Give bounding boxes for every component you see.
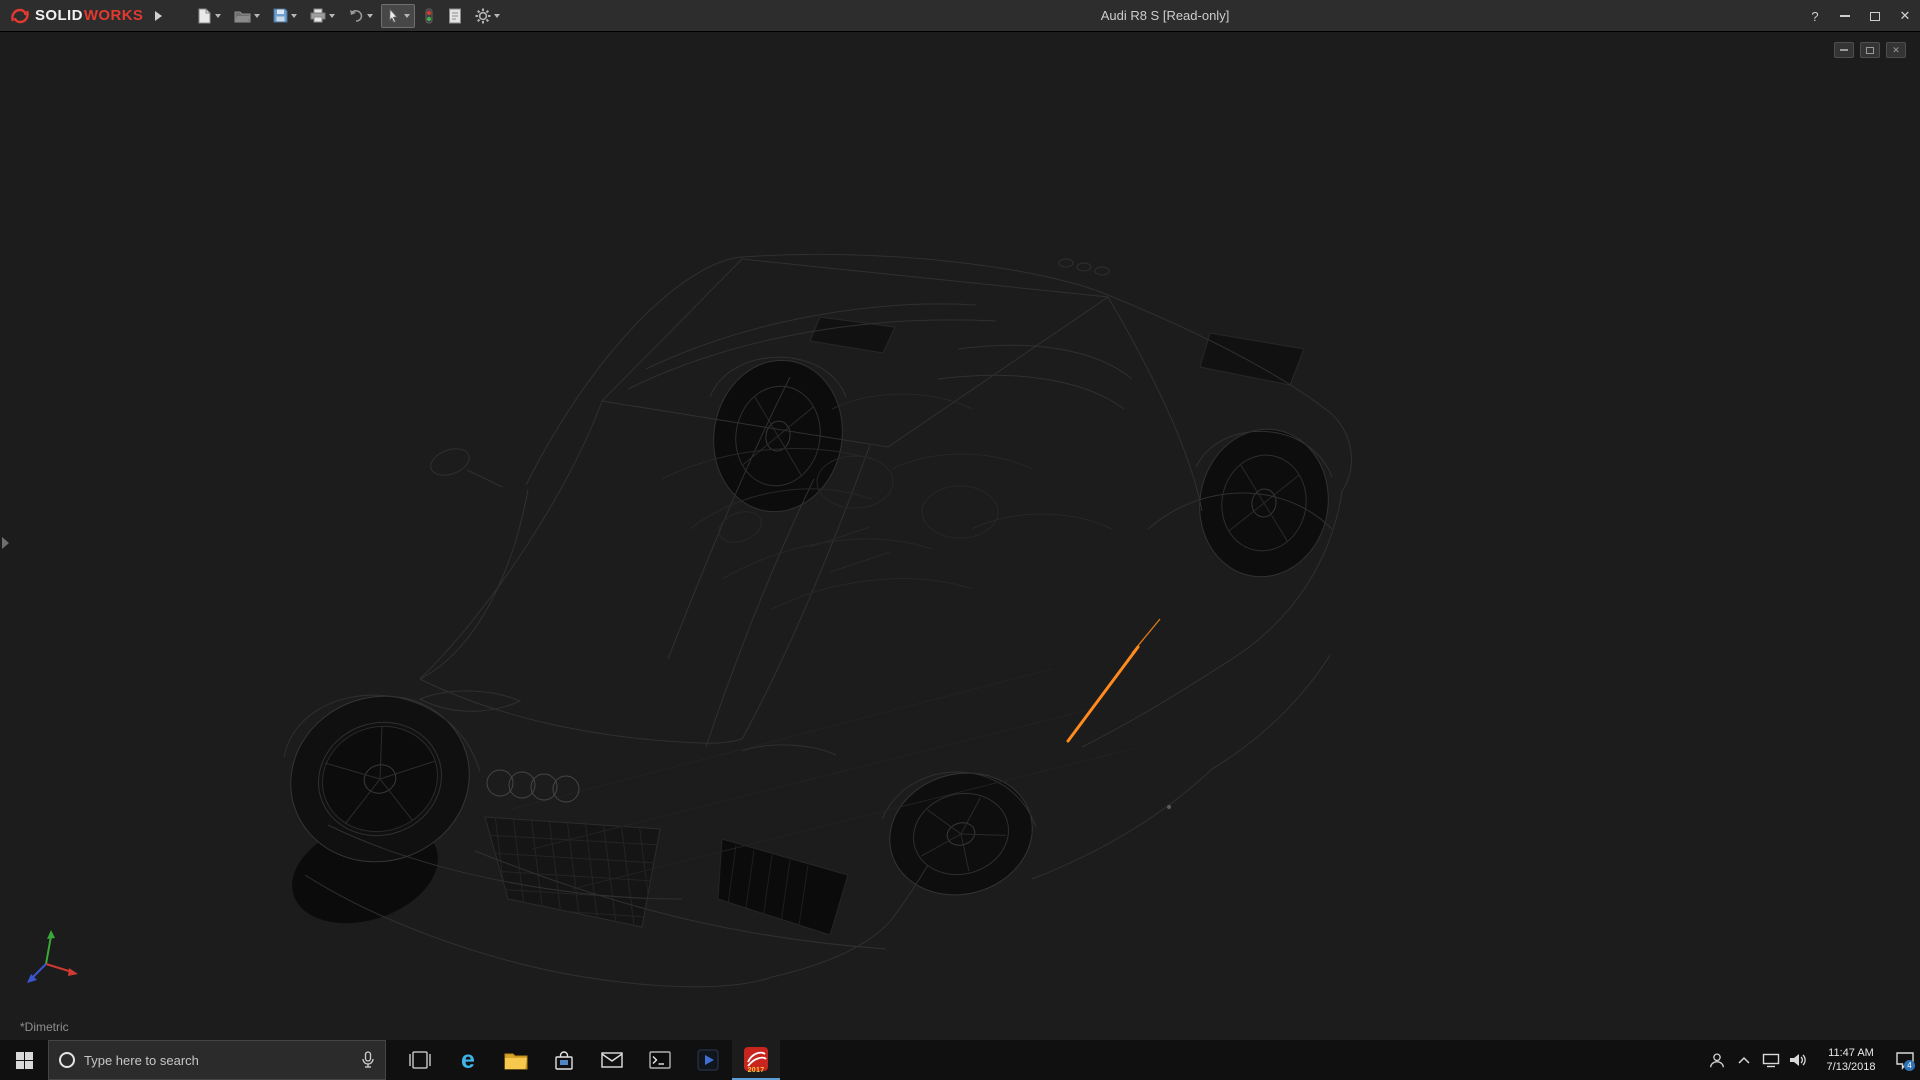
solidworks-app-button[interactable]: 2017 — [732, 1040, 780, 1080]
minimize-icon — [1840, 15, 1850, 17]
show-hidden-icons-button[interactable] — [1730, 1040, 1757, 1080]
windows-taskbar: e — [0, 1040, 1920, 1080]
command-prompt-icon — [649, 1051, 671, 1069]
minimize-button[interactable] — [1830, 0, 1860, 32]
maximize-icon — [1870, 11, 1880, 21]
command-prompt-button[interactable] — [636, 1040, 684, 1080]
volume-button[interactable] — [1784, 1040, 1811, 1080]
options-button[interactable] — [470, 4, 505, 28]
people-button[interactable] — [1703, 1040, 1730, 1080]
file-properties-icon — [449, 8, 462, 23]
chevron-up-icon — [1737, 1056, 1750, 1064]
file-explorer-icon — [504, 1053, 528, 1069]
dropdown-caret[interactable] — [215, 13, 222, 18]
dropdown-caret[interactable] — [404, 13, 411, 18]
system-tray: 11:47 AM 7/13/2018 4 — [1703, 1040, 1918, 1080]
close-button[interactable]: ✕ — [1890, 0, 1920, 32]
doc-restore-button[interactable] — [1860, 42, 1880, 58]
select-tool-button[interactable] — [381, 3, 416, 28]
clock-date: 7/13/2018 — [1826, 1061, 1876, 1073]
rebuild-button[interactable] — [418, 4, 440, 28]
edge-button[interactable]: e — [444, 1040, 492, 1080]
dropdown-caret[interactable] — [329, 13, 336, 18]
cortana-icon — [59, 1052, 75, 1068]
open-folder-icon — [234, 11, 251, 22]
task-view-icon — [409, 1051, 431, 1069]
save-button[interactable] — [268, 4, 302, 27]
doc-minimize-icon — [1840, 49, 1848, 51]
doc-close-button[interactable]: ✕ — [1886, 42, 1906, 58]
wheel-front-left — [290, 695, 470, 863]
file-explorer-button[interactable] — [492, 1040, 540, 1080]
titlebar: SOLID WORKS Audi R8 S [Read-only] ? ✕ — [0, 0, 1920, 32]
gear-icon — [475, 8, 491, 23]
menu-flyout-icon[interactable] — [155, 10, 163, 21]
window-controls: ? ✕ — [1800, 0, 1920, 32]
store-button[interactable] — [540, 1040, 588, 1080]
media-app-icon — [697, 1049, 719, 1071]
new-document-button[interactable] — [192, 4, 226, 28]
rebuild-traffic-light-icon — [425, 8, 433, 23]
notification-badge: 4 — [1904, 1060, 1915, 1071]
window-title: Audi R8 S [Read-only] — [1100, 8, 1230, 23]
speaker-icon — [1789, 1054, 1806, 1066]
dropdown-caret[interactable] — [254, 13, 261, 18]
doc-minimize-button[interactable] — [1834, 42, 1854, 58]
solidworks-version-badge: 2017 — [747, 1067, 765, 1074]
maximize-button[interactable] — [1860, 0, 1890, 32]
doc-restore-icon — [1866, 46, 1874, 54]
edge-icon: e — [461, 1045, 475, 1074]
selected-edge[interactable] — [1066, 618, 1161, 743]
start-button[interactable] — [0, 1040, 48, 1080]
new-document-icon — [198, 8, 211, 23]
wheel-rear-right — [1199, 428, 1329, 578]
brand-works: WORKS — [83, 7, 144, 24]
print-icon — [310, 8, 326, 23]
select-cursor-icon — [389, 7, 399, 23]
search-input[interactable] — [84, 1052, 352, 1068]
clock-time: 11:47 AM — [1828, 1047, 1874, 1059]
people-icon — [1709, 1053, 1724, 1068]
dassault-logo-icon — [11, 8, 29, 23]
help-button[interactable]: ? — [1800, 0, 1830, 32]
taskbar-apps: e 2017 — [396, 1040, 780, 1080]
file-properties-button[interactable] — [443, 4, 467, 28]
save-icon — [273, 8, 288, 23]
dropdown-caret[interactable] — [367, 13, 374, 18]
action-center-button[interactable]: 4 — [1891, 1040, 1918, 1080]
view-orientation-label: *Dimetric — [20, 1020, 69, 1034]
graphics-viewport[interactable]: ✕ *Dimetric — [0, 32, 1920, 1040]
print-button[interactable] — [305, 4, 340, 27]
network-icon — [1762, 1053, 1779, 1067]
media-app-button[interactable] — [684, 1040, 732, 1080]
windows-logo-icon — [15, 1051, 33, 1069]
featuremanager-flyout-arrow[interactable] — [2, 537, 9, 549]
quick-toolbar — [192, 3, 505, 28]
task-view-button[interactable] — [396, 1040, 444, 1080]
store-bag-icon — [555, 1050, 573, 1070]
mail-envelope-icon — [601, 1052, 623, 1068]
undo-button[interactable] — [343, 4, 378, 27]
undo-icon — [350, 10, 363, 22]
mail-button[interactable] — [588, 1040, 636, 1080]
dropdown-caret[interactable] — [291, 13, 298, 18]
document-window-controls: ✕ — [1834, 42, 1906, 58]
solidworks-brand: SOLID WORKS — [0, 0, 151, 31]
dropdown-caret[interactable] — [494, 13, 501, 18]
open-document-button[interactable] — [229, 5, 265, 27]
audi-rings — [486, 769, 580, 803]
orientation-triad — [27, 930, 78, 983]
microphone-icon[interactable] — [361, 1051, 375, 1069]
taskbar-clock[interactable]: 11:47 AM 7/13/2018 — [1811, 1046, 1891, 1074]
brand-solid: SOLID — [35, 7, 83, 24]
wheel-front-right — [889, 772, 1033, 896]
network-button[interactable] — [1757, 1040, 1784, 1080]
solidworks-desktop: { "titlebar": { "brand": { "solid": "SOL… — [0, 0, 1920, 1080]
taskbar-search[interactable] — [48, 1040, 386, 1080]
car-wireframe — [283, 253, 1352, 988]
stray-vertex-dot — [1167, 805, 1171, 809]
